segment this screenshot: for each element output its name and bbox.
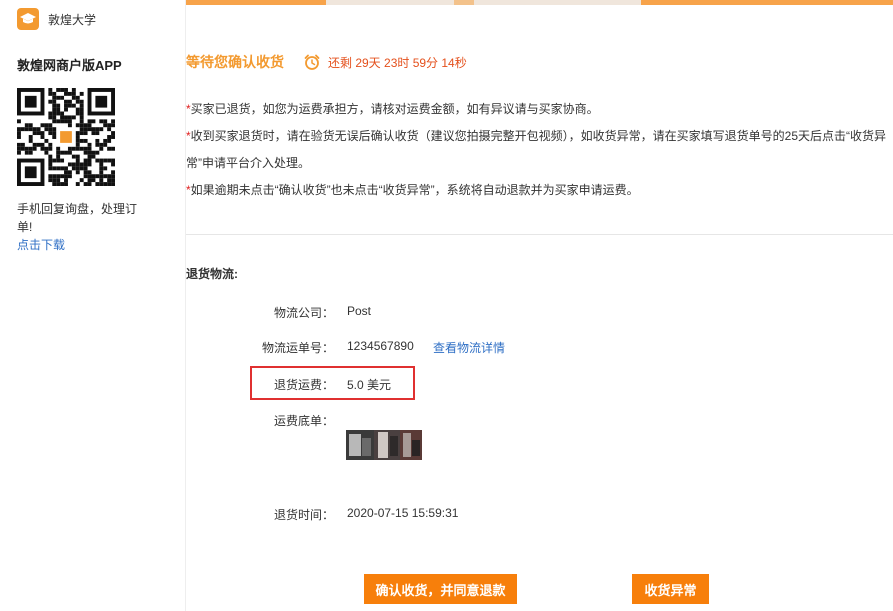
app-title: 敦煌网商户版APP xyxy=(17,58,122,73)
receipt-thumbnail[interactable] xyxy=(374,430,400,460)
confirm-receipt-button[interactable]: 确认收货，并同意退款 xyxy=(364,574,517,604)
countdown-timer: 还剩 29天 23时 59分 14秒 xyxy=(328,55,467,70)
tracking-label: 物流运单号： xyxy=(261,341,334,355)
divider xyxy=(186,234,893,235)
brand[interactable]: 敦煌大学 xyxy=(17,8,96,30)
fee-value: 5.0 美元 xyxy=(347,378,392,392)
note-item: *收到买家退货时，请在验货无误后确认收货（建议您拍摄完整开包视频），如收货异常，… xyxy=(186,129,887,170)
time-value: 2020-07-15 15:59:31 xyxy=(347,506,459,520)
receipt-label: 运费底单： xyxy=(273,414,334,428)
receipt-thumbnail[interactable] xyxy=(346,430,374,460)
section-title: 退货物流: xyxy=(186,267,238,281)
sidebar: 敦煌大学 敦煌网商户版APP 手机回复询盘，处理订单! 点击下载 xyxy=(0,0,186,611)
main-content: 等待您确认收货 还剩 29天 23时 59分 14秒 *买家已退货，如您为运费承… xyxy=(186,0,893,611)
company-value: Post xyxy=(347,304,372,318)
brand-name: 敦煌大学 xyxy=(48,12,97,27)
app-description: 手机回复询盘，处理订单! xyxy=(17,202,138,234)
notes: *买家已退货，如您为运费承担方，请核对运费金额，如有异议请与买家协商。 *收到买… xyxy=(186,96,891,204)
download-link[interactable]: 点击下载 xyxy=(17,236,65,253)
view-tracking-link[interactable]: 查看物流详情 xyxy=(433,339,505,356)
receipt-thumbnail[interactable] xyxy=(400,430,422,460)
qr-code-icon xyxy=(17,88,115,186)
company-label: 物流公司： xyxy=(273,306,334,320)
note-item: *买家已退货，如您为运费承担方，请核对运费金额，如有异议请与买家协商。 xyxy=(186,102,599,116)
graduation-cap-icon xyxy=(17,8,39,30)
alarm-clock-icon xyxy=(304,54,320,70)
fee-label: 退货运费： xyxy=(273,378,334,392)
time-label: 退货时间： xyxy=(273,508,334,522)
abnormal-receipt-button[interactable]: 收货异常 xyxy=(632,574,709,604)
tracking-value: 1234567890 xyxy=(347,339,414,353)
receipt-thumbnails xyxy=(346,430,426,460)
status-title: 等待您确认收货 xyxy=(186,54,284,70)
status-row: 等待您确认收货 还剩 29天 23时 59分 14秒 xyxy=(186,52,467,72)
note-item: *如果逾期未点击“确认收货”也未点击“收货异常”，系统将自动退款并为买家申请运费… xyxy=(186,183,639,197)
